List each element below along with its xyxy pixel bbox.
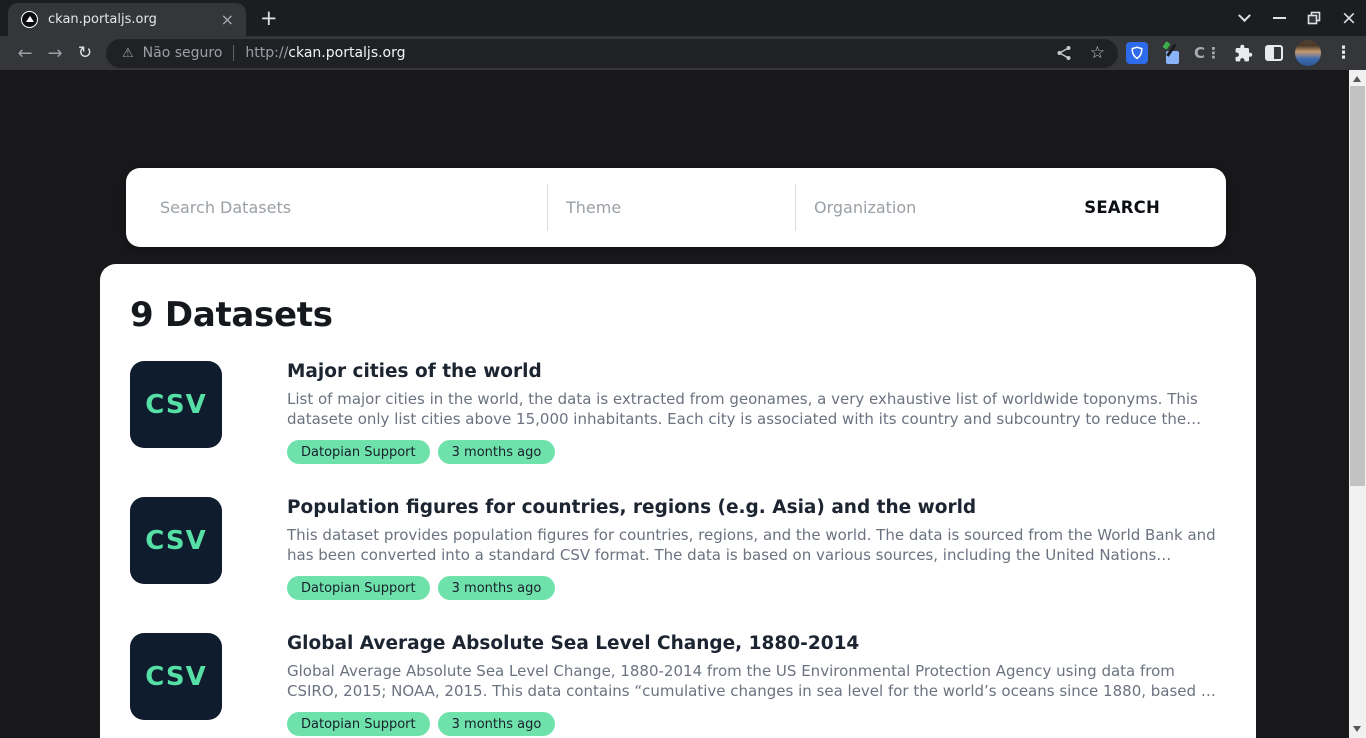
back-button[interactable]: ← [10,43,40,64]
dataset-title-link[interactable]: Global Average Absolute Sea Level Change… [287,633,1222,654]
colorzilla-extension-icon[interactable]: C⋮ [1194,44,1222,62]
window-restore-button[interactable] [1307,11,1321,25]
scrollbar-up-arrow-icon[interactable] [1353,76,1361,82]
theme-input[interactable] [548,198,795,217]
tab-title: ckan.portaljs.org [48,12,219,27]
csv-format-tile[interactable]: CSV [130,633,222,720]
results-card: 9 Datasets CSV Major cities of the world… [100,264,1256,738]
dataset-row: CSV Global Average Absolute Sea Level Ch… [130,633,1222,736]
org-badge: Datopian Support [287,440,430,464]
updated-badge: 3 months ago [438,712,556,736]
reload-button[interactable]: ↻ [70,43,100,63]
forward-button[interactable]: → [40,43,70,64]
security-label: Não seguro [143,45,223,61]
eyedropper-extension-icon[interactable] [1160,42,1182,64]
tab-search-chevron-icon[interactable] [1237,11,1251,25]
window-minimize-button[interactable] [1272,11,1286,25]
browser-toolbar: ← → ↻ ⚠ Não seguro http:// ckan.portaljs… [0,36,1366,70]
bookmark-star-icon[interactable]: ☆ [1090,43,1105,63]
scrollbar-down-arrow-icon[interactable] [1353,726,1361,732]
search-datasets-input[interactable] [126,198,547,217]
bitwarden-extension-icon[interactable] [1126,42,1148,64]
page-body: SEARCH 9 Datasets CSV Major cities of th… [0,70,1349,738]
url-scheme: http:// [245,45,288,61]
tab-close-icon[interactable]: × [219,12,236,28]
browser-menu-icon[interactable]: ⋮ [1335,43,1352,63]
url-divider [233,45,234,61]
dataset-description: List of major cities in the world, the d… [287,389,1222,429]
url-domain: ckan.portaljs.org [288,45,405,61]
csv-format-tile[interactable]: CSV [130,361,222,448]
page-scrollbar[interactable] [1349,70,1366,738]
search-button[interactable]: SEARCH [1076,198,1226,217]
address-bar[interactable]: ⚠ Não seguro http:// ckan.portaljs.org ☆ [106,39,1118,68]
csv-format-tile[interactable]: CSV [130,497,222,584]
dataset-description: This dataset provides population figures… [287,525,1222,565]
dataset-title-link[interactable]: Major cities of the world [287,361,1222,382]
tab-strip: ckan.portaljs.org × + × [0,0,1366,36]
scrollbar-thumb[interactable] [1350,86,1365,486]
dataset-row: CSV Population figures for countries, re… [130,497,1222,600]
search-card: SEARCH [126,168,1226,247]
browser-tab[interactable]: ckan.portaljs.org × [8,3,246,36]
not-secure-warning-icon[interactable]: ⚠ [122,46,134,61]
organization-input[interactable] [796,198,1076,217]
org-badge: Datopian Support [287,712,430,736]
profile-avatar[interactable] [1295,40,1321,66]
org-badge: Datopian Support [287,576,430,600]
dataset-description: Global Average Absolute Sea Level Change… [287,661,1222,701]
dataset-title-link[interactable]: Population figures for countries, region… [287,497,1222,518]
side-panel-icon[interactable] [1265,45,1283,61]
dataset-row: CSV Major cities of the world List of ma… [130,361,1222,464]
share-icon[interactable] [1056,45,1072,61]
window-close-button[interactable]: × [1342,11,1356,25]
results-heading: 9 Datasets [130,295,1222,335]
updated-badge: 3 months ago [438,576,556,600]
new-tab-button[interactable]: + [260,4,278,32]
updated-badge: 3 months ago [438,440,556,464]
portaljs-favicon-icon [21,11,38,28]
extensions-puzzle-icon[interactable] [1234,44,1253,63]
